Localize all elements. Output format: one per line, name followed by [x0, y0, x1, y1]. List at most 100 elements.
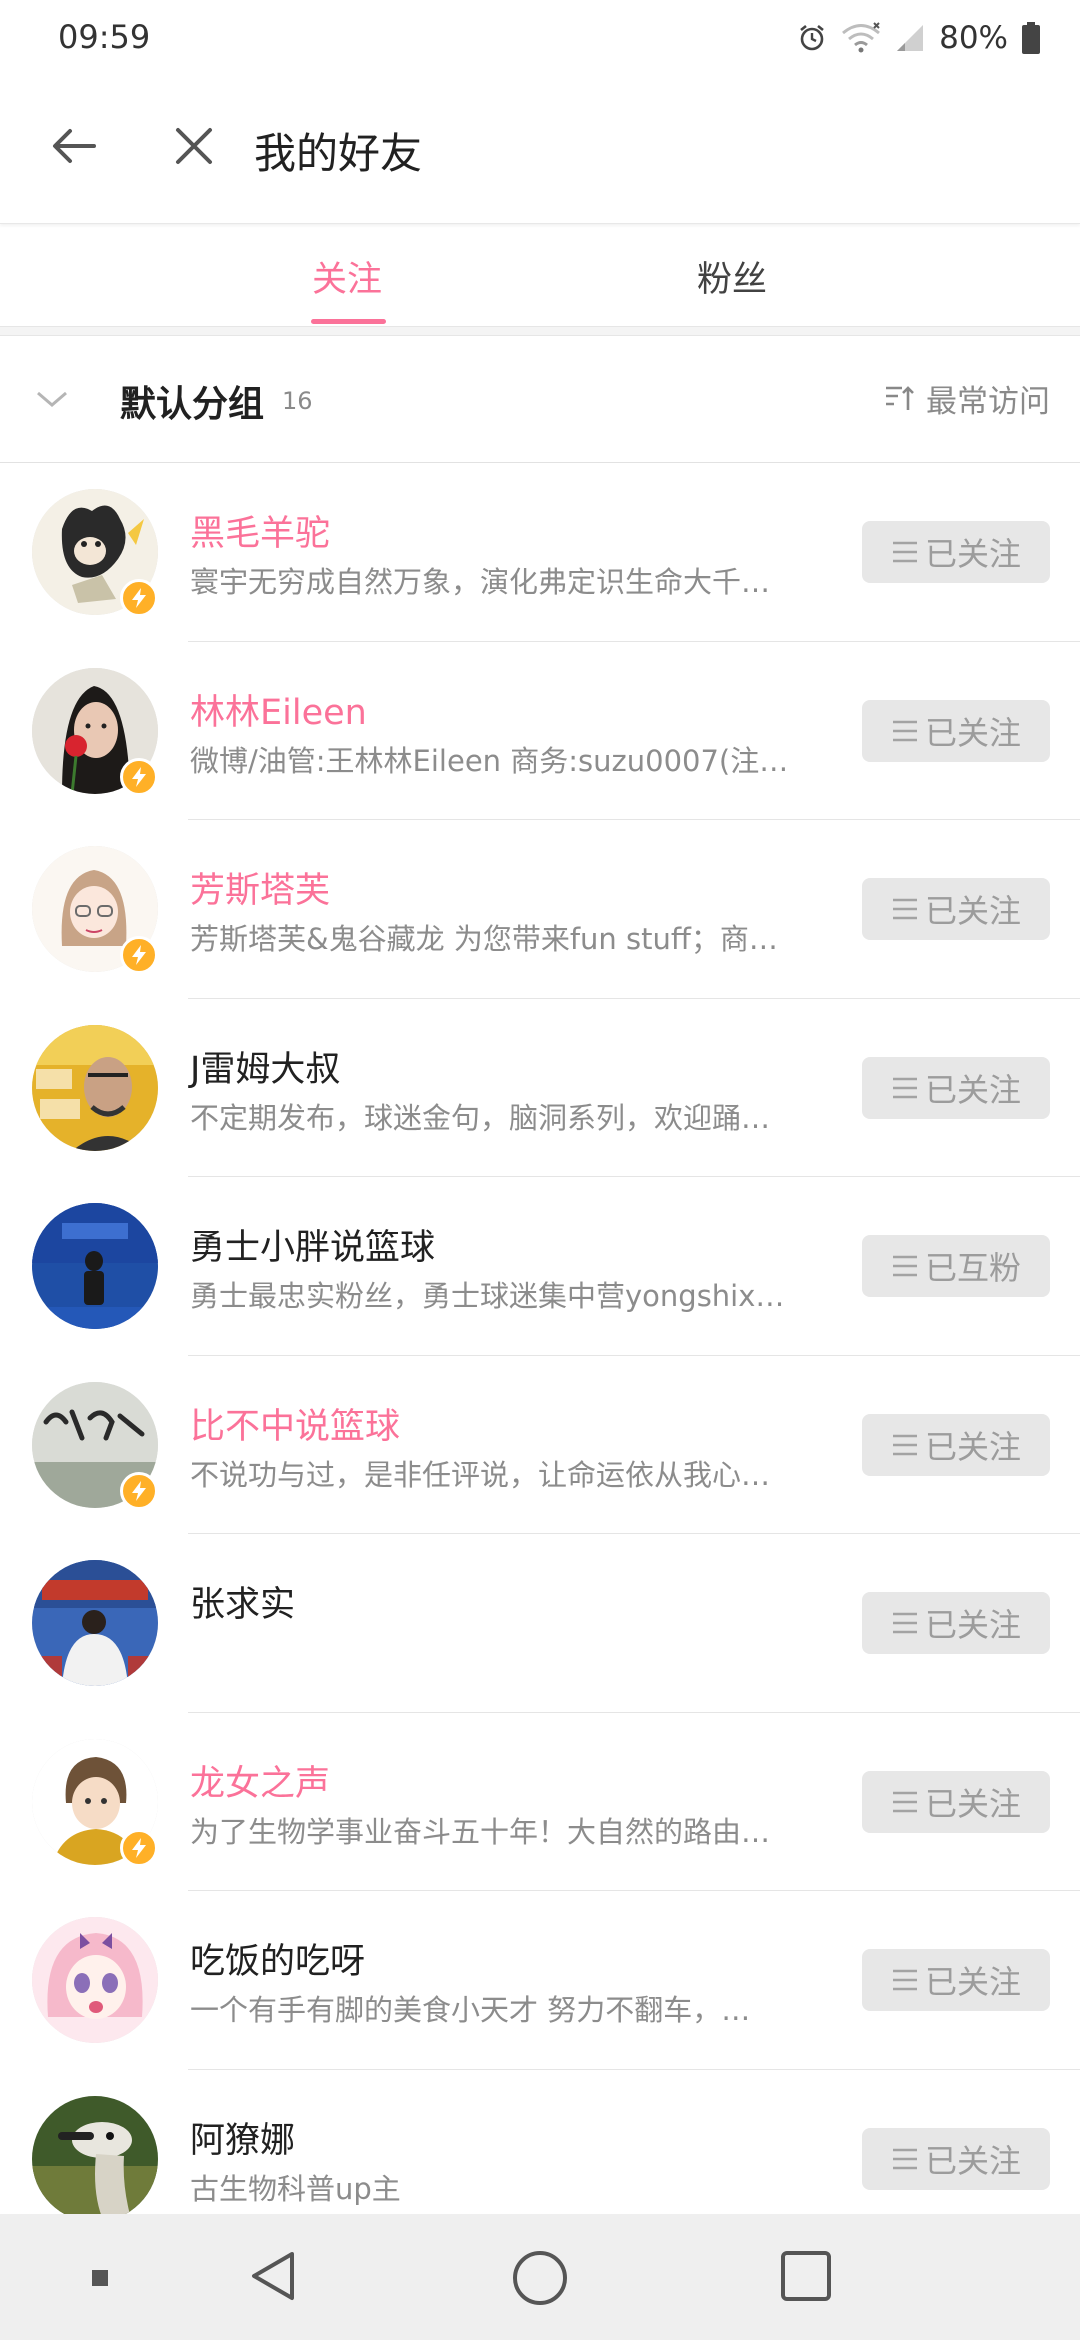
user-signature: 微博/油管:王林林Eileen 商务:suzu0007(注… [190, 743, 789, 778]
tab-fans[interactable]: 粉丝 [697, 251, 767, 302]
nav-dot-icon [92, 2270, 108, 2286]
menu-icon [892, 898, 917, 920]
follow-status-button[interactable]: 已关注 [862, 878, 1050, 940]
menu-icon [892, 1255, 917, 1277]
user-name[interactable]: 张求实 [190, 1576, 295, 1627]
avatar[interactable] [32, 1203, 158, 1329]
follow-status-label: 已关注 [924, 1070, 1021, 1109]
section-divider [0, 327, 1080, 336]
chevron-down-icon[interactable] [34, 381, 70, 417]
user-name[interactable]: 阿獠娜 [190, 2112, 295, 2163]
avatar[interactable] [32, 1917, 158, 2043]
follow-status-label: 已关注 [924, 535, 1021, 573]
avatar[interactable] [32, 1024, 158, 1151]
battery-icon [1022, 22, 1040, 54]
back-button[interactable] [42, 114, 106, 178]
list-item[interactable]: 芳斯塔芙 芳斯塔芙&鬼谷藏龙 为您带来fun stuff；商… 已关注 [0, 820, 1080, 999]
battery-percent: 80% [939, 20, 1008, 56]
tab-bar: 关注 粉丝 [0, 225, 1080, 327]
avatar[interactable] [32, 2095, 158, 2222]
follow-status-label: 已关注 [924, 1963, 1021, 2001]
nav-back-button[interactable] [246, 2248, 302, 2304]
menu-icon [892, 1077, 917, 1098]
follow-status-label: 已关注 [924, 2141, 1021, 2180]
sort-icon [886, 386, 914, 410]
follow-status-button[interactable]: 已关注 [862, 521, 1050, 583]
user-signature: 芳斯塔芙&鬼谷藏龙 为您带来fun stuff；商… [190, 922, 778, 956]
follow-status-label: 已关注 [924, 892, 1021, 930]
close-icon [176, 128, 212, 164]
follow-status-button[interactable]: 已关注 [862, 1770, 1050, 1833]
follow-status-label: 已互粉 [924, 1249, 1021, 1287]
follow-status-label: 已关注 [924, 1606, 1021, 1644]
follow-status-label: 已关注 [924, 1784, 1021, 1823]
tab-following[interactable]: 关注 [312, 251, 382, 302]
user-signature: 为了生物学事业奋斗五十年！大自然的路由… [190, 1814, 771, 1849]
lightning-badge-icon [120, 1471, 158, 1510]
status-bar: 09:59 80% [0, 0, 1080, 78]
menu-icon [892, 1434, 917, 1455]
user-signature: 勇士最忠实粉丝，勇士球迷集中营yongshix… [190, 1279, 785, 1313]
top-app-bar: 我的好友 [0, 78, 1080, 224]
system-navigation-bar [0, 2214, 1080, 2340]
signal-icon [895, 23, 925, 53]
avatar[interactable] [32, 1560, 158, 1686]
follow-status-button[interactable]: 已关注 [862, 1592, 1050, 1654]
sort-label: 最常访问 [926, 383, 1050, 420]
user-signature: 不定期发布，球迷金句，脑洞系列，欢迎踊… [190, 1100, 771, 1135]
menu-icon [892, 1612, 917, 1634]
list-item[interactable]: 林林Eileen 微博/油管:王林林Eileen 商务:suzu0007(注… … [0, 642, 1080, 820]
app-screen: 09:59 80% 我的好友 关注 粉丝 默认分组 16 最常访问 黑毛羊驼 寰… [0, 0, 1080, 2340]
follow-status-button[interactable]: 已关注 [862, 1949, 1050, 2011]
page-title: 我的好友 [254, 129, 423, 178]
group-count: 16 [282, 387, 313, 415]
sort-button[interactable]: 最常访问 [884, 375, 1050, 421]
menu-icon [892, 541, 917, 563]
wifi-icon [841, 22, 881, 54]
nav-recents-button[interactable] [778, 2248, 834, 2304]
group-name: 默认分组 [120, 384, 265, 425]
user-signature: 寰宇无穷成自然万象，演化弗定识生命大千… [190, 565, 771, 599]
list-item[interactable]: 勇士小胖说篮球 勇士最忠实粉丝，勇士球迷集中营yongshix… 已互粉 [0, 1177, 1080, 1356]
lightning-badge-icon [120, 579, 158, 617]
follow-status-label: 已关注 [924, 1427, 1021, 1466]
follow-status-button[interactable]: 已关注 [862, 1413, 1050, 1476]
lightning-badge-icon [120, 936, 158, 974]
list-item[interactable]: J雷姆大叔 不定期发布，球迷金句，脑洞系列，欢迎踊… 已关注 [0, 999, 1080, 1177]
group-header[interactable]: 默认分组 16 最常访问 [0, 337, 1080, 463]
user-signature: 一个有手有脚的美食小天才 努力不翻车，… [190, 1993, 751, 2027]
user-name[interactable]: 勇士小胖说篮球 [190, 1219, 435, 1270]
user-signature: 不说功与过，是非任评说，让命运依从我心… [190, 1457, 771, 1492]
menu-icon [892, 2148, 917, 2169]
follow-status-button[interactable]: 已关注 [862, 2127, 1050, 2190]
follow-status-label: 已关注 [924, 713, 1021, 752]
list-item[interactable]: 张求实 已关注 [0, 1534, 1080, 1713]
nav-home-button[interactable] [510, 2248, 570, 2308]
lightning-badge-icon [120, 757, 158, 796]
menu-icon [892, 720, 917, 741]
follow-status-button[interactable]: 已关注 [862, 1056, 1050, 1119]
list-item[interactable]: 比不中说篮球 不说功与过，是非任评说，让命运依从我心… 已关注 [0, 1356, 1080, 1534]
menu-icon [892, 1791, 917, 1812]
following-list: 黑毛羊驼 寰宇无穷成自然万象，演化弗定识生命大千… 已关注 林林Eileen 微… [0, 463, 1080, 2248]
status-icons: 80% [797, 16, 1040, 60]
close-button[interactable] [162, 114, 226, 178]
user-name[interactable]: J雷姆大叔 [190, 1041, 340, 1092]
user-name[interactable]: 吃饭的吃呀 [190, 1933, 365, 1984]
list-item[interactable]: 吃饭的吃呀 一个有手有脚的美食小天才 努力不翻车，… 已关注 [0, 1891, 1080, 2070]
list-item[interactable]: 黑毛羊驼 寰宇无穷成自然万象，演化弗定识生命大千… 已关注 [0, 463, 1080, 642]
user-name[interactable]: 黑毛羊驼 [190, 505, 330, 556]
alarm-icon [797, 23, 827, 53]
lightning-badge-icon [120, 1828, 158, 1867]
user-name[interactable]: 比不中说篮球 [190, 1398, 400, 1449]
follow-status-button[interactable]: 已关注 [862, 699, 1050, 762]
user-signature: 古生物科普up主 [190, 2171, 401, 2206]
status-time: 09:59 [58, 18, 151, 56]
menu-icon [892, 1969, 917, 1991]
user-name[interactable]: 林林Eileen [190, 684, 367, 735]
tab-indicator [311, 319, 386, 324]
user-name[interactable]: 龙女之声 [190, 1755, 330, 1806]
list-item[interactable]: 龙女之声 为了生物学事业奋斗五十年！大自然的路由… 已关注 [0, 1713, 1080, 1891]
user-name[interactable]: 芳斯塔芙 [190, 862, 330, 913]
follow-status-button[interactable]: 已互粉 [862, 1235, 1050, 1297]
